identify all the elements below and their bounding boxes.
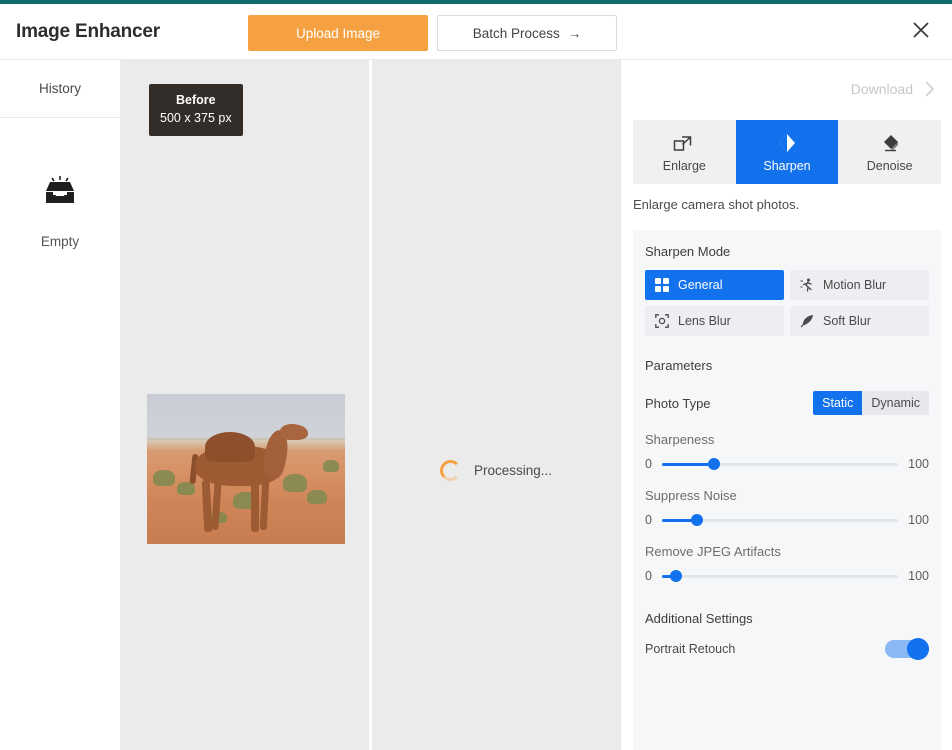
tool-tabs: Enlarge Sharpen [633,120,941,184]
image-enhancer-window: Image Enhancer Upload Image Batch Proces… [0,0,952,750]
suppress-noise-slider-knob[interactable] [691,514,703,526]
remove-jpeg-artifacts-slider-block: Remove JPEG Artifacts 0 100 [645,544,929,583]
photo-type-dynamic-option[interactable]: Dynamic [862,391,929,415]
sidebar-item-label: History [39,81,81,96]
mode-general-label: General [678,278,722,292]
photo-type-static-option[interactable]: Static [813,391,862,415]
suppress-noise-slider-block: Suppress Noise 0 100 [645,488,929,527]
mode-soft-blur-label: Soft Blur [823,314,871,328]
close-icon[interactable] [904,13,938,47]
photo-type-label: Photo Type [645,396,711,411]
sharpeness-slider-block: Sharpeness 0 100 [645,432,929,471]
before-preview-pane[interactable]: Before 500 x 375 px [121,60,369,750]
download-label: Download [851,81,913,97]
upload-image-button[interactable]: Upload Image [248,15,428,51]
processing-status: Processing... [440,460,552,481]
tab-description: Enlarge camera shot photos. [633,197,799,212]
upload-image-label: Upload Image [296,26,380,41]
grid-four-squares-icon [655,278,669,292]
suppress-noise-max: 100 [908,513,929,527]
additional-settings-title: Additional Settings [645,611,929,626]
tab-denoise-label: Denoise [867,159,913,173]
inbox-empty-icon [40,176,80,208]
suppress-noise-slider-track[interactable] [662,519,898,522]
before-badge: Before 500 x 375 px [149,84,243,136]
settings-panel: Download Enlarge [620,60,952,750]
history-sidebar: History Empty [0,60,121,750]
enlarge-icon [673,132,695,154]
remove-jpeg-artifacts-slider-track[interactable] [662,575,898,578]
before-badge-dimensions: 500 x 375 px [160,109,232,127]
mode-motion-blur-label: Motion Blur [823,278,886,292]
chevron-right-icon [923,80,936,98]
toggle-knob [907,638,929,660]
sharpeness-label: Sharpeness [645,432,929,447]
photo-type-segmented-control: Static Dynamic [813,391,929,415]
tab-denoise[interactable]: Denoise [838,120,941,184]
remove-jpeg-artifacts-min: 0 [645,569,652,583]
feather-icon [800,314,814,328]
mode-general[interactable]: General [645,270,784,300]
focus-bracket-icon [655,314,669,328]
loading-spinner-icon [440,460,461,481]
processing-label: Processing... [474,463,552,478]
tab-enlarge-label: Enlarge [663,159,706,173]
arrow-right-icon: → [568,26,582,41]
sharpeness-slider-knob[interactable] [708,458,720,470]
remove-jpeg-artifacts-slider-knob[interactable] [670,570,682,582]
remove-jpeg-artifacts-max: 100 [908,569,929,583]
sharpeness-slider-track[interactable] [662,463,898,466]
sharpeness-min: 0 [645,457,652,471]
portrait-retouch-row: Portrait Retouch [645,640,929,658]
sharpeness-slider-fill [662,463,714,466]
history-empty-label: Empty [41,234,79,249]
app-header: Image Enhancer Upload Image Batch Proces… [0,4,952,60]
photo-type-row: Photo Type Static Dynamic [645,391,929,415]
portrait-retouch-label: Portrait Retouch [645,642,735,656]
portrait-retouch-toggle[interactable] [885,640,929,658]
tab-sharpen-label: Sharpen [763,159,810,173]
suppress-noise-label: Suppress Noise [645,488,929,503]
eraser-icon [879,132,901,154]
tab-enlarge[interactable]: Enlarge [633,120,736,184]
history-empty-state: Empty [0,176,120,249]
mode-soft-blur[interactable]: Soft Blur [790,306,929,336]
sharpen-mode-title: Sharpen Mode [645,244,929,259]
running-person-icon [800,278,814,292]
camel-photo [147,394,345,544]
sharpen-diamond-icon [776,132,798,154]
before-badge-title: Before [160,91,232,109]
batch-process-label: Batch Process [473,26,560,41]
mode-lens-blur-label: Lens Blur [678,314,731,328]
suppress-noise-min: 0 [645,513,652,527]
remove-jpeg-artifacts-label: Remove JPEG Artifacts [645,544,929,559]
tab-sharpen[interactable]: Sharpen [736,120,839,184]
download-button[interactable]: Download [621,60,952,118]
page-title: Image Enhancer [16,21,160,43]
settings-card: Sharpen Mode General [633,230,941,750]
after-preview-pane[interactable]: Processing... [372,60,620,750]
mode-lens-blur[interactable]: Lens Blur [645,306,784,336]
sharpen-mode-options: General Motion Blu [645,270,929,336]
parameters-title: Parameters [645,358,929,373]
batch-process-button[interactable]: Batch Process → [437,15,617,51]
mode-motion-blur[interactable]: Motion Blur [790,270,929,300]
sidebar-item-history[interactable]: History [0,60,120,118]
sharpeness-max: 100 [908,457,929,471]
